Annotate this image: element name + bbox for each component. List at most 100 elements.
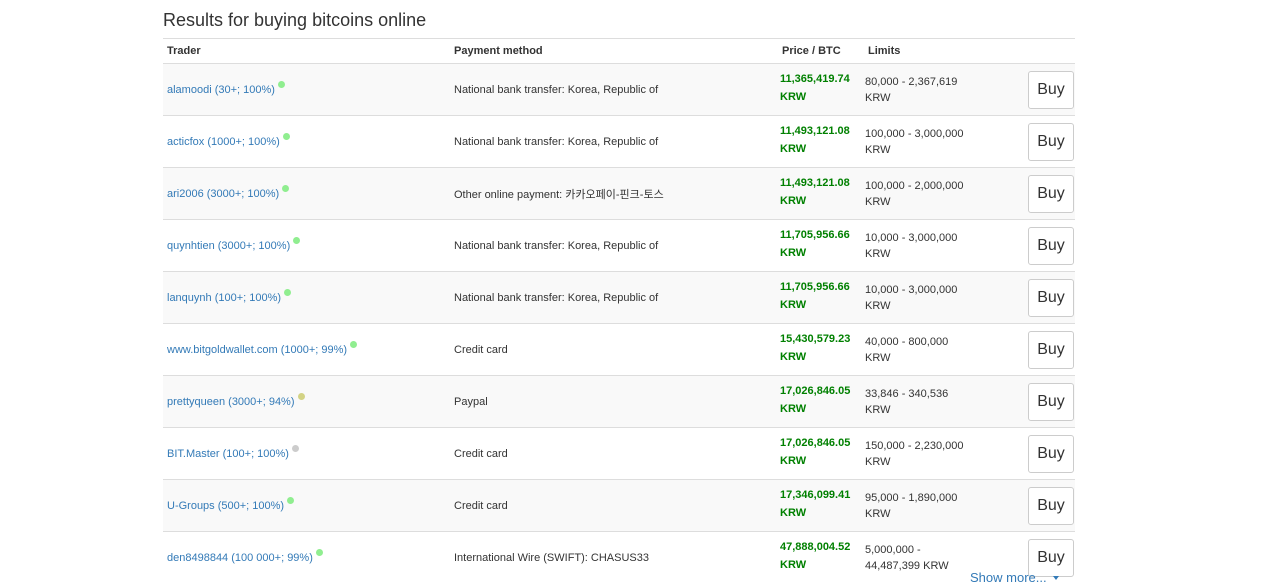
action-cell: Buy	[1006, 167, 1075, 220]
price-currency: KRW	[780, 455, 807, 467]
price-value: 11,493,121.08	[780, 125, 850, 137]
page-title: Results for buying bitcoins online	[163, 10, 427, 30]
trader-link[interactable]: alamoodi (30+; 100%)	[167, 84, 275, 96]
trader-link[interactable]: lanquynh (100+; 100%)	[167, 292, 281, 304]
action-cell: Buy	[1006, 375, 1075, 428]
buy-button[interactable]: Buy	[1028, 174, 1074, 213]
status-dot-icon	[284, 288, 292, 296]
payment-method: Credit card	[454, 343, 508, 356]
table-row: www.bitgoldwallet.com (1000+; 99%) Credit…	[163, 323, 1075, 376]
limit-range: 10,000 - 3,000,000	[865, 283, 958, 296]
price-cell: 11,365,419.74 KRW	[778, 63, 864, 116]
buy-button[interactable]: Buy	[1028, 382, 1074, 421]
limits-cell: 100,000 - 2,000,000 KRW	[864, 167, 1006, 220]
limit-range: 33,846 - 340,536	[865, 387, 949, 400]
price-value: 11,493,121.08	[780, 177, 850, 189]
payment-method-cell: National bank transfer: Korea, Republic …	[450, 63, 778, 116]
price-cell: 17,026,846.05 KRW	[778, 427, 864, 480]
limit-currency: KRW	[865, 403, 891, 416]
price-value: 11,365,419.74	[780, 73, 850, 85]
status-dot-icon	[282, 184, 290, 192]
show-more-label: Show more...	[970, 570, 1047, 585]
price-currency: KRW	[780, 247, 807, 259]
buy-button[interactable]: Buy	[1028, 486, 1074, 525]
buy-button[interactable]: Buy	[1028, 278, 1074, 317]
header-action	[1006, 38, 1075, 64]
payment-method-cell: Credit card	[450, 323, 778, 376]
table-row: alamoodi (30+; 100%) National bank transf…	[163, 63, 1075, 116]
price-cell: 15,430,579.23 KRW	[778, 323, 864, 376]
action-cell: Buy	[1006, 271, 1075, 324]
limit-currency: KRW	[865, 507, 891, 520]
trader-link[interactable]: BIT.Master (100+; 100%)	[167, 448, 289, 460]
payment-method-cell: Paypal	[450, 375, 778, 428]
status-dot-icon	[287, 496, 295, 504]
status-dot-icon	[282, 132, 290, 140]
trader-link[interactable]: U-Groups (500+; 100%)	[167, 500, 284, 512]
trader-link[interactable]: prettyqueen (3000+; 94%)	[167, 396, 295, 408]
limits-cell: 10,000 - 3,000,000 KRW	[864, 219, 1006, 272]
table-header-row: Trader Payment method Price / BTC Limits	[163, 38, 1075, 64]
trader-cell: quynhtien (3000+; 100%)	[163, 219, 450, 272]
price-cell: 11,493,121.08 KRW	[778, 167, 864, 220]
price-value: 17,026,846.05	[780, 385, 851, 397]
trader-link[interactable]: ari2006 (3000+; 100%)	[167, 188, 279, 200]
payment-method: National bank transfer: Korea, Republic …	[454, 135, 659, 148]
price-currency: KRW	[780, 91, 807, 103]
trader-cell: U-Groups (500+; 100%)	[163, 479, 450, 532]
offers-table: Trader Payment method Price / BTC Limits…	[163, 38, 1075, 583]
table-row: BIT.Master (100+; 100%) Credit card 17,026…	[163, 427, 1075, 480]
price-cell: 47,888,004.52 KRW	[778, 531, 864, 583]
status-dot-icon	[297, 392, 305, 400]
price-currency: KRW	[780, 143, 807, 155]
header-price: Price / BTC	[778, 38, 864, 64]
buy-button[interactable]: Buy	[1028, 70, 1074, 109]
payment-method: Paypal	[454, 395, 488, 408]
price-cell: 17,026,846.05 KRW	[778, 375, 864, 428]
trader-link[interactable]: www.bitgoldwallet.com (1000+; 99%)	[167, 344, 347, 356]
table-row: den8498844 (100 000+; 99%) International …	[163, 531, 1075, 583]
table-row: prettyqueen (3000+; 94%) Paypal 17,026,846…	[163, 375, 1075, 428]
limit-currency: KRW	[865, 195, 891, 208]
limits-cell: 100,000 - 3,000,000 KRW	[864, 115, 1006, 168]
price-currency: KRW	[780, 507, 807, 519]
payment-method: Credit card	[454, 499, 508, 512]
trader-cell: ari2006 (3000+; 100%)	[163, 167, 450, 220]
limit-range: 5,000,000 -	[865, 543, 921, 556]
payment-method: Credit card	[454, 447, 508, 460]
trader-link[interactable]: den8498844 (100 000+; 99%)	[167, 552, 313, 564]
price-currency: KRW	[780, 559, 807, 571]
payment-method: Other online payment: 카카오페이-핀크-토스	[454, 188, 664, 201]
action-cell: Buy	[1006, 479, 1075, 532]
limit-currency: KRW	[865, 91, 891, 104]
price-value: 17,346,099.41	[780, 489, 851, 501]
trader-cell: prettyqueen (3000+; 94%)	[163, 375, 450, 428]
limits-cell: 95,000 - 1,890,000 KRW	[864, 479, 1006, 532]
offers-body: alamoodi (30+; 100%) National bank transf…	[163, 63, 1075, 583]
table-row: lanquynh (100+; 100%) National bank trans…	[163, 271, 1075, 324]
status-dot-icon	[291, 444, 299, 452]
show-more-link[interactable]: Show more...	[970, 570, 1059, 585]
price-value: 15,430,579.23	[780, 333, 851, 345]
status-dot-icon	[293, 236, 301, 244]
buy-button[interactable]: Buy	[1028, 122, 1074, 161]
action-cell: Buy	[1006, 427, 1075, 480]
buy-button[interactable]: Buy	[1028, 330, 1074, 369]
trader-link[interactable]: quynhtien (3000+; 100%)	[167, 240, 290, 252]
limit-range: 100,000 - 3,000,000	[865, 127, 964, 140]
status-dot-icon	[277, 80, 285, 88]
buy-button[interactable]: Buy	[1028, 434, 1074, 473]
buy-button[interactable]: Buy	[1028, 226, 1074, 265]
trader-cell: www.bitgoldwallet.com (1000+; 99%)	[163, 323, 450, 376]
trader-cell: den8498844 (100 000+; 99%)	[163, 531, 450, 583]
header-limits: Limits	[864, 38, 1006, 64]
caret-down-icon	[1052, 576, 1059, 580]
payment-method-cell: National bank transfer: Korea, Republic …	[450, 219, 778, 272]
results-page: Results for buying bitcoins online Trade…	[0, 0, 1283, 586]
payment-method-cell: Other online payment: 카카오페이-핀크-토스	[450, 167, 778, 220]
status-dot-icon	[350, 340, 358, 348]
trader-link[interactable]: acticfox (1000+; 100%)	[167, 136, 280, 148]
table-row: quynhtien (3000+; 100%) National bank tra…	[163, 219, 1075, 272]
table-row: acticfox (1000+; 100%) National bank tran…	[163, 115, 1075, 168]
header-payment-method: Payment method	[450, 38, 778, 64]
